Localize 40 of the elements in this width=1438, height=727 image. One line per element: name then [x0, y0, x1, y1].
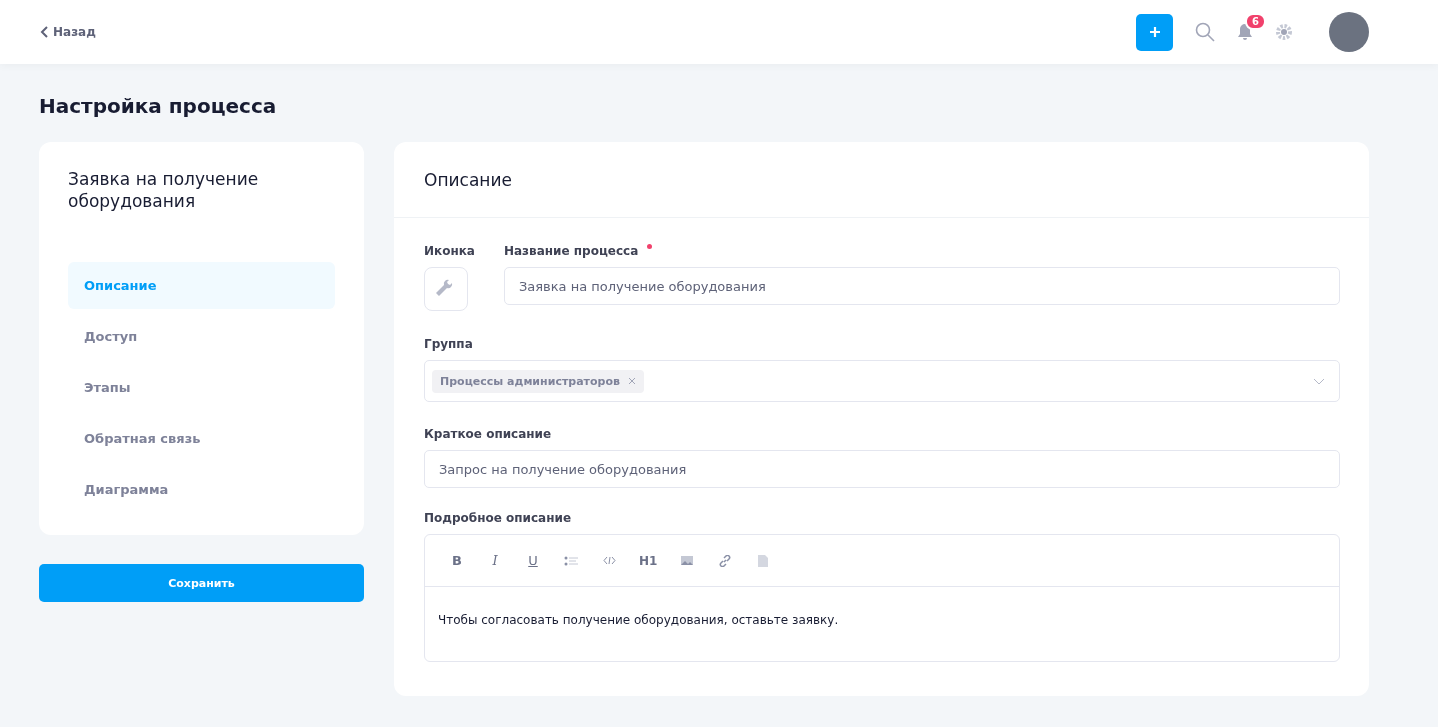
user-avatar[interactable]	[1329, 12, 1369, 52]
editor-text: Чтобы согласовать получение оборудования, оставьте заявку.	[437, 612, 840, 629]
input-field[interactable]: Запрос на получение оборудования	[424, 450, 1340, 488]
save-button[interactable]: Сохранить	[39, 564, 364, 602]
list-icon	[564, 555, 578, 566]
input-field[interactable]: Заявка на получение оборудования	[503, 267, 1340, 305]
page-title: Настройка процесса	[39, 94, 278, 118]
code-icon	[602, 556, 616, 565]
settings-icon[interactable]	[1275, 23, 1293, 41]
sidebar-item[interactable]: Описание	[68, 262, 335, 309]
chevron-left-icon	[40, 26, 49, 38]
field-label: Название процесса	[503, 244, 639, 258]
plus-icon	[1148, 26, 1161, 38]
format-button[interactable]: U	[525, 550, 541, 571]
sidebar-item[interactable]: Обратная связь	[68, 415, 335, 462]
field-label: Подробное описание	[424, 511, 572, 525]
search-icon[interactable]	[1195, 22, 1215, 42]
format-button[interactable]: H1	[639, 550, 658, 571]
sidebar-item[interactable]: Доступ	[68, 313, 335, 360]
format-button[interactable]: I	[487, 550, 503, 571]
icon-picker[interactable]	[424, 267, 468, 311]
process-title: Заявка на получение оборудования	[68, 168, 260, 212]
link-icon	[719, 554, 732, 567]
file-icon	[758, 554, 769, 567]
image-icon	[681, 556, 694, 565]
chevron-down-icon	[1313, 377, 1325, 385]
field-label: Краткое описание	[424, 427, 552, 441]
add-button[interactable]	[1136, 13, 1173, 51]
back-link[interactable]: Назад	[40, 25, 96, 39]
rich-text-editor[interactable]: B I U H1 Чтобы согласовать получение оборудования, оставьте заявку.	[424, 534, 1340, 662]
panel-title: Описание	[424, 169, 512, 190]
sidebar-item[interactable]: Диаграмма	[68, 466, 335, 513]
format-button[interactable]: B	[449, 550, 465, 571]
field-label: Группа	[424, 337, 473, 351]
field-label: Иконка	[424, 244, 475, 258]
close-icon[interactable]	[627, 377, 636, 385]
group-tag: Процессы администраторов	[432, 369, 644, 393]
sidebar-item[interactable]: Этапы	[68, 364, 335, 411]
group-select[interactable]: Процессы администраторов	[424, 360, 1340, 402]
notification-badge: 6	[1245, 13, 1266, 30]
